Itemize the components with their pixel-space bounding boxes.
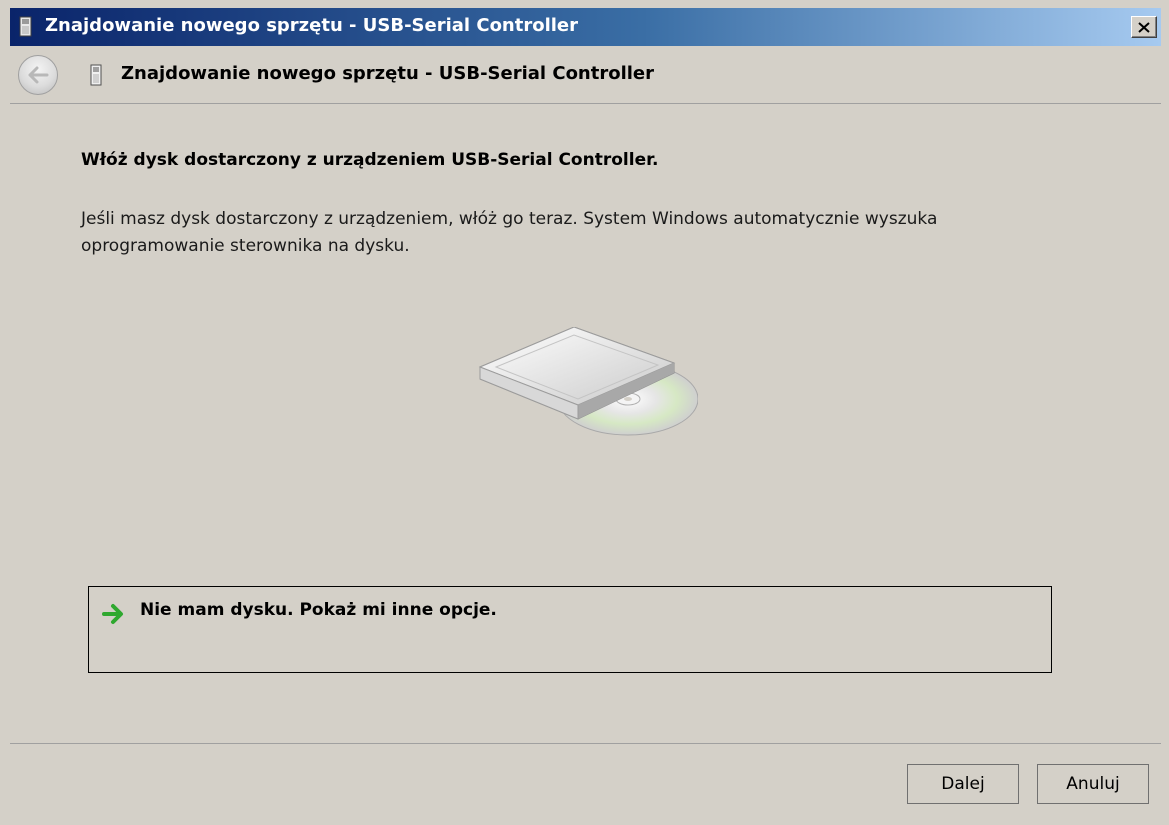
window-title: Znajdowanie nowego sprzętu - USB-Serial … bbox=[45, 15, 579, 36]
instruction-heading: Włóż dysk dostarczony z urządzeniem USB-… bbox=[81, 150, 659, 170]
wizard-window: Znajdowanie nowego sprzętu - USB-Serial … bbox=[0, 0, 1169, 825]
next-button[interactable]: Dalej bbox=[907, 764, 1019, 804]
no-disk-option-label: Nie mam dysku. Pokaż mi inne opcje. bbox=[140, 600, 497, 620]
green-arrow-icon bbox=[102, 604, 123, 624]
close-button[interactable] bbox=[1131, 16, 1157, 38]
title-bar[interactable]: Znajdowanie nowego sprzętu - USB-Serial … bbox=[10, 8, 1161, 46]
close-icon bbox=[1138, 21, 1150, 33]
no-disk-option[interactable]: Nie mam dysku. Pokaż mi inne opcje. bbox=[88, 586, 1052, 673]
usb-device-icon bbox=[90, 64, 102, 86]
back-button[interactable] bbox=[18, 55, 58, 95]
cancel-button[interactable]: Anuluj bbox=[1037, 764, 1149, 804]
wizard-content: Włóż dysk dostarczony z urządzeniem USB-… bbox=[10, 103, 1161, 744]
wizard-footer: Dalej Anuluj bbox=[10, 744, 1161, 825]
back-arrow-icon bbox=[28, 66, 49, 84]
page-title: Znajdowanie nowego sprzętu - USB-Serial … bbox=[121, 63, 655, 84]
wizard-header: Znajdowanie nowego sprzętu - USB-Serial … bbox=[10, 46, 1161, 102]
usb-device-icon bbox=[19, 16, 32, 37]
instruction-description: Jeśli masz dysk dostarczony z urządzenie… bbox=[81, 209, 938, 256]
disc-drive-icon bbox=[478, 327, 698, 436]
